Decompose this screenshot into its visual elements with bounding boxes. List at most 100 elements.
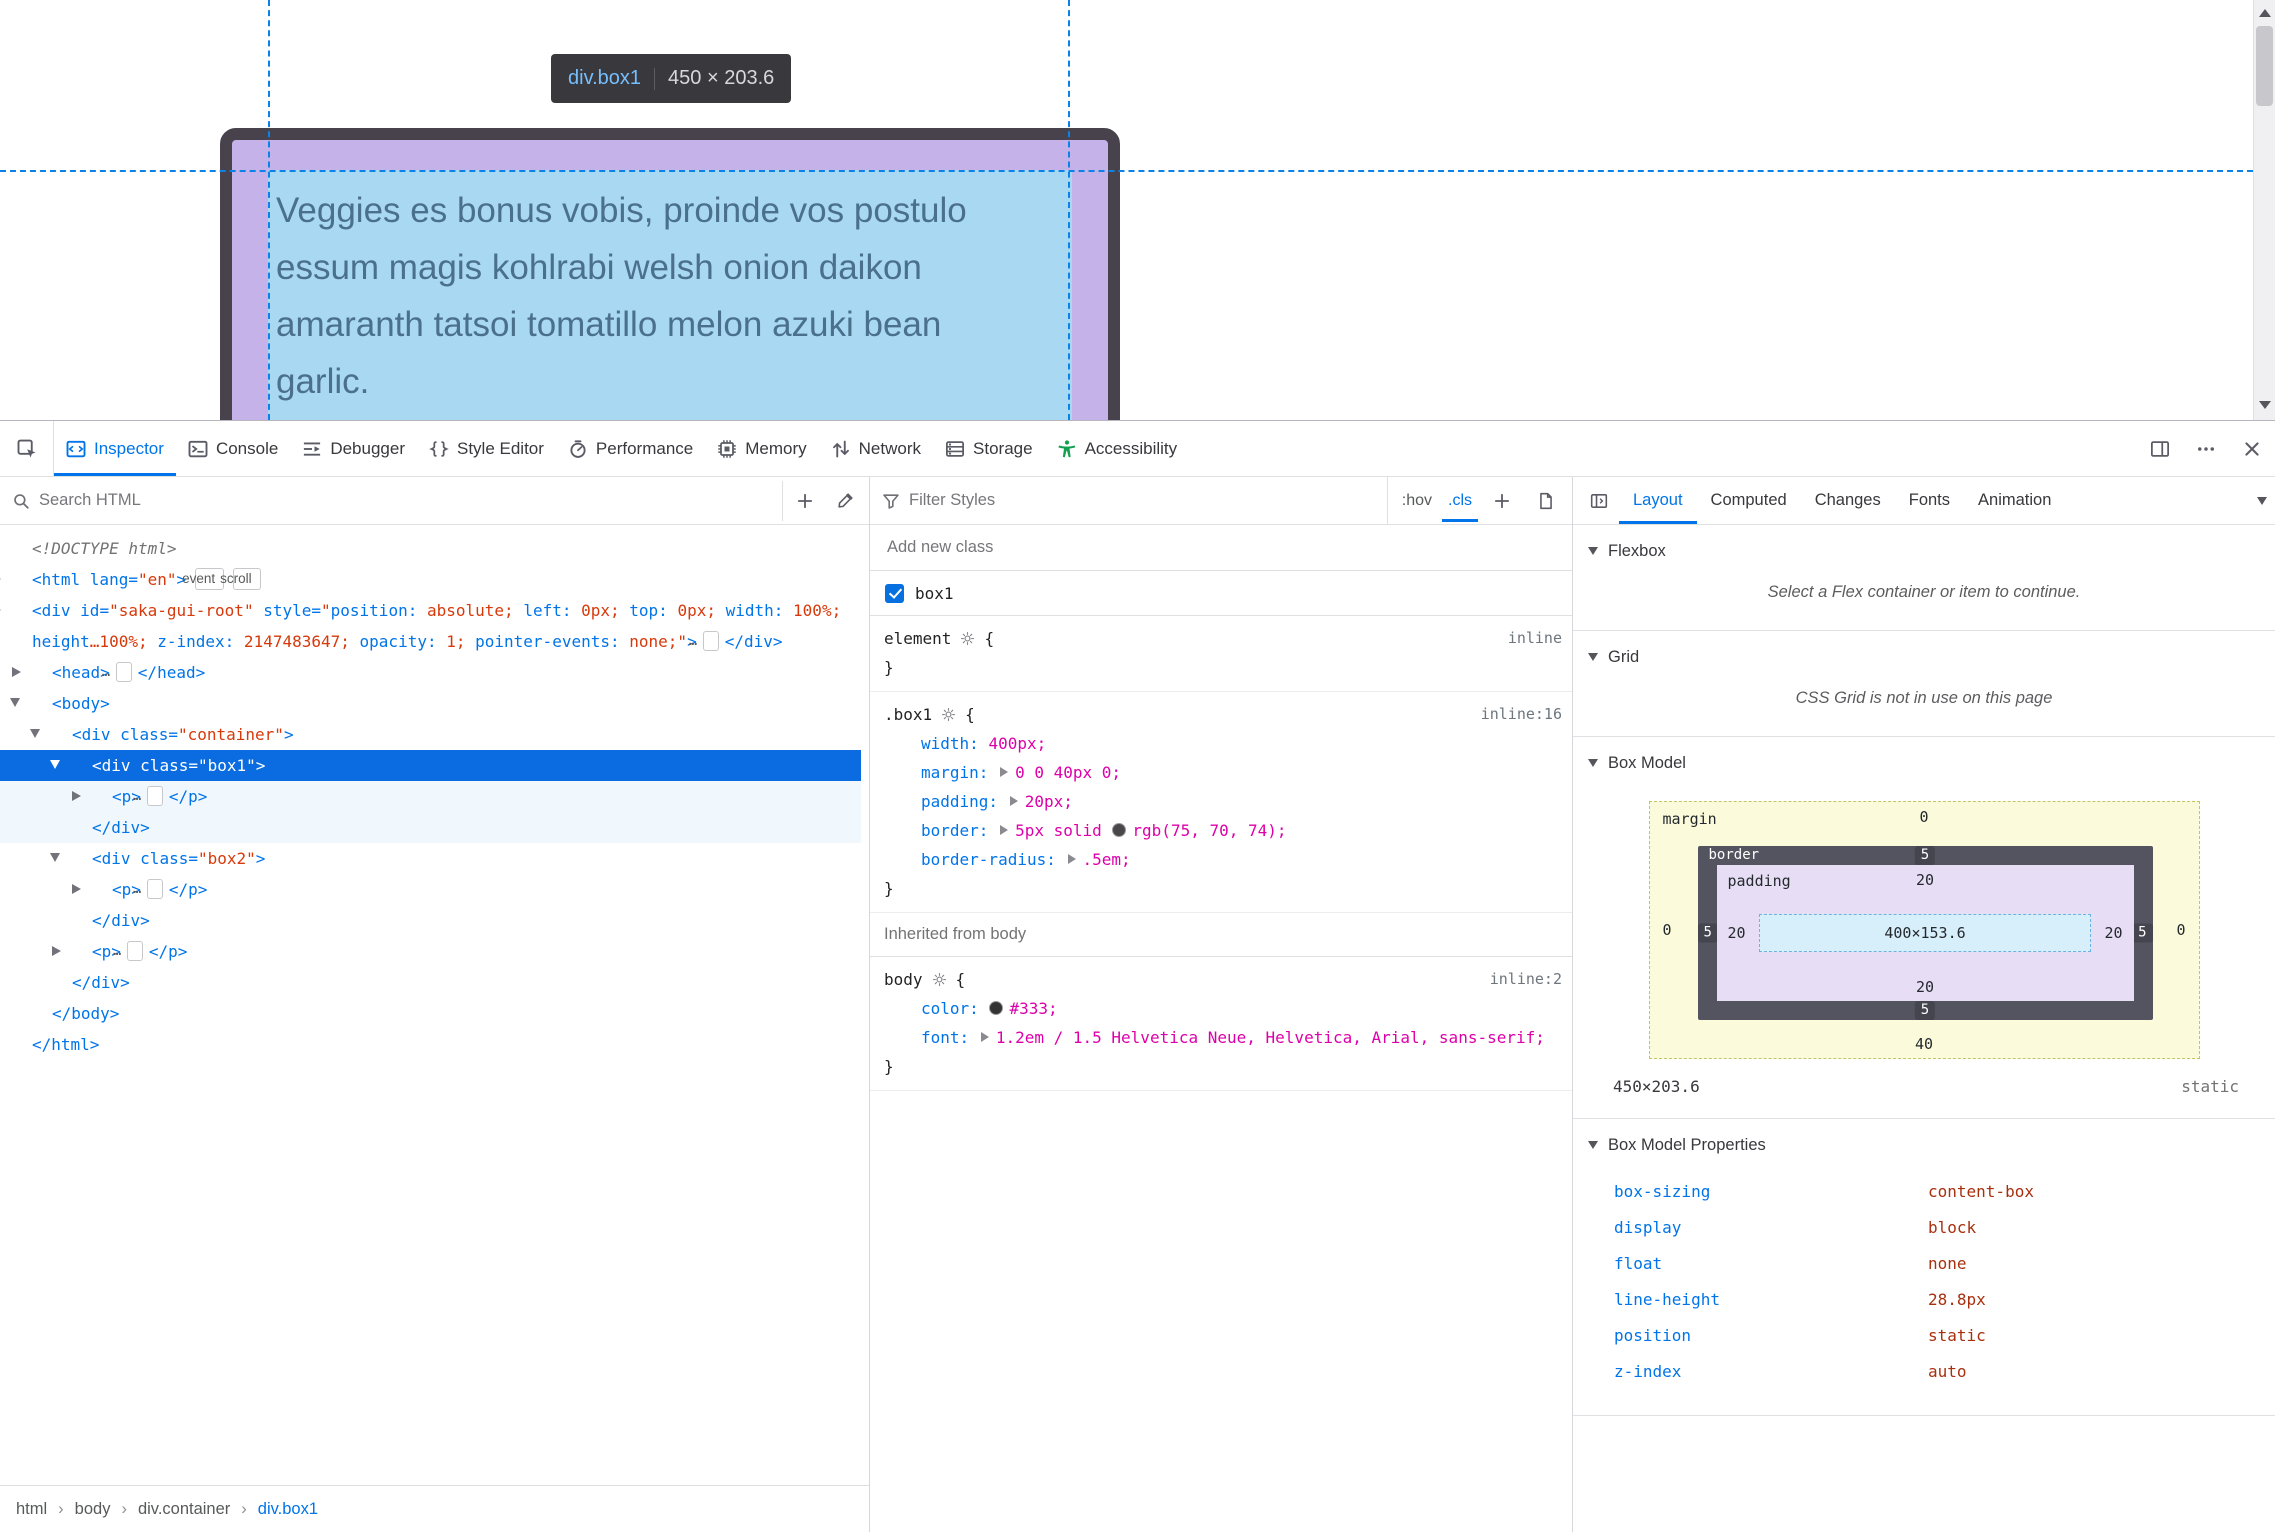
add-class-input[interactable]: [887, 538, 1555, 557]
markup-row[interactable]: </div>: [0, 812, 861, 843]
filter-styles-input[interactable]: [909, 491, 1378, 510]
breadcrumb-item[interactable]: html: [12, 1497, 51, 1522]
selector-highlighter-icon[interactable]: [960, 631, 975, 646]
print-media-simulation-button[interactable]: [1526, 481, 1566, 521]
markup-row[interactable]: </div>: [0, 967, 861, 998]
markup-row[interactable]: </div>: [0, 905, 861, 936]
markup-row[interactable]: <div class="box2">: [0, 843, 861, 874]
margin-left-value[interactable]: 0: [1663, 921, 1672, 939]
markup-row[interactable]: </body>: [0, 998, 861, 1029]
expand-value-icon[interactable]: [1009, 796, 1018, 806]
markup-row[interactable]: <p>… </p>: [0, 874, 861, 905]
devtools-menu-button[interactable]: [2183, 421, 2229, 476]
markup-row[interactable]: <head>… </head>: [0, 657, 861, 688]
expand-twisty-icon[interactable]: [10, 564, 32, 595]
page-scrollbar[interactable]: [2253, 0, 2275, 420]
color-swatch[interactable]: [1112, 823, 1127, 837]
box-model-property-row[interactable]: float none: [1573, 1245, 2275, 1281]
expand-twisty-icon[interactable]: [30, 657, 52, 688]
pseudo-class-panel-toggle[interactable]: :hov: [1396, 492, 1438, 510]
add-rule-button[interactable]: [1482, 481, 1522, 521]
box-model-section-header[interactable]: Box Model: [1573, 737, 2275, 789]
rule-source-link[interactable]: inline:2: [1490, 965, 1572, 994]
inline-ellipsis-button[interactable]: …: [133, 786, 163, 806]
padding-top-value[interactable]: 20: [1717, 871, 2134, 889]
css-declaration[interactable]: width: 400px;: [870, 729, 1572, 758]
pane-toggle-button[interactable]: [1579, 481, 1619, 521]
close-devtools-button[interactable]: [2229, 421, 2275, 476]
markup-row[interactable]: <p>… </p>: [0, 936, 861, 967]
box-model-properties-header[interactable]: Box Model Properties: [1573, 1119, 2275, 1171]
devtools-tab-network[interactable]: Network: [819, 421, 933, 476]
devtools-tab-accessibility[interactable]: Accessibility: [1045, 421, 1190, 476]
css-declaration[interactable]: padding: 20px;: [870, 787, 1572, 816]
expand-twisty-icon[interactable]: [90, 781, 112, 812]
padding-region[interactable]: padding 20 20 20 20 400×153.6: [1716, 865, 2134, 1001]
devtools-tab-inspector[interactable]: Inspector: [54, 421, 176, 476]
inline-ellipsis-button[interactable]: …: [102, 662, 132, 682]
selector-highlighter-icon[interactable]: [941, 707, 956, 722]
css-declaration[interactable]: margin: 0 0 40px 0;: [870, 758, 1572, 787]
rule-selector[interactable]: .box1: [884, 700, 932, 729]
sidebar-tab-layout[interactable]: Layout: [1619, 477, 1697, 524]
sidebar-tab-animations[interactable]: Animations: [1964, 477, 2052, 524]
markup-row[interactable]: <body>: [0, 688, 861, 719]
split-console-button[interactable]: [2137, 421, 2183, 476]
rule-selector[interactable]: element: [884, 624, 951, 653]
box-model-property-row[interactable]: display block: [1573, 1209, 2275, 1245]
node-badge[interactable]: scroll: [220, 568, 261, 590]
css-declaration[interactable]: border: 5px solid rgb(75, 70, 74);: [870, 816, 1572, 845]
css-declaration[interactable]: font: 1.2em / 1.5 Helvetica Neue, Helvet…: [870, 1023, 1572, 1052]
devtools-tab-performance[interactable]: Performance: [556, 421, 705, 476]
box-model-property-row[interactable]: position static: [1573, 1317, 2275, 1353]
class-panel-toggle[interactable]: .cls: [1442, 480, 1478, 522]
class-checkbox[interactable]: [885, 583, 904, 603]
devtools-tab-debugger[interactable]: Debugger: [290, 421, 417, 476]
scrollbar-thumb[interactable]: [2256, 26, 2273, 106]
box-model-property-row[interactable]: line-height 28.8px: [1573, 1281, 2275, 1317]
markup-row[interactable]: <html lang="en">eventscroll: [0, 564, 861, 595]
rule-selector[interactable]: body: [884, 965, 923, 994]
margin-top-value[interactable]: 0: [1650, 808, 2199, 826]
sidebar-tab-changes[interactable]: Changes: [1801, 477, 1895, 524]
breadcrumb-item[interactable]: div.container: [134, 1497, 234, 1522]
scroll-down-arrow[interactable]: [2254, 394, 2275, 416]
margin-bottom-value[interactable]: 40: [1650, 1035, 2199, 1053]
padding-left-value[interactable]: 20: [1728, 924, 1746, 942]
markup-row[interactable]: </html>: [0, 1029, 861, 1060]
expand-twisty-icon[interactable]: [90, 874, 112, 905]
collapse-twisty-icon[interactable]: [30, 688, 52, 719]
inline-ellipsis-button[interactable]: …: [689, 631, 719, 651]
devtools-tab-style-editor[interactable]: Style Editor: [417, 421, 556, 476]
breadcrumb-item[interactable]: div.box1: [254, 1497, 322, 1522]
selector-highlighter-icon[interactable]: [932, 972, 947, 987]
color-swatch[interactable]: [989, 1001, 1004, 1015]
create-node-button[interactable]: [785, 481, 825, 521]
collapse-twisty-icon[interactable]: [50, 719, 72, 750]
grid-section-header[interactable]: Grid: [1573, 631, 2275, 683]
css-declaration[interactable]: color: #333;: [870, 994, 1572, 1023]
expand-value-icon[interactable]: [1000, 825, 1009, 835]
markup-row[interactable]: <div id="saka-gui-root" style="position:…: [0, 595, 861, 657]
border-region[interactable]: border 5 5 5 5 padding 20 20 20 20 400×1…: [1697, 846, 2153, 1020]
markup-row[interactable]: <p>… </p>: [0, 781, 861, 812]
expand-twisty-icon[interactable]: [70, 936, 92, 967]
box-model-diagram[interactable]: margin 0 40 0 0 border 5 5 5 5 padding 2…: [1648, 801, 2200, 1059]
expand-value-icon[interactable]: [980, 1032, 989, 1042]
search-html-input[interactable]: [39, 491, 773, 510]
scroll-up-arrow[interactable]: [2254, 2, 2275, 24]
rule-source-link[interactable]: inline:16: [1481, 700, 1572, 729]
border-right-value[interactable]: 5: [2132, 923, 2153, 943]
padding-bottom-value[interactable]: 20: [1717, 978, 2134, 996]
box-model-property-row[interactable]: box-sizing content-box: [1573, 1173, 2275, 1209]
expand-value-icon[interactable]: [1067, 854, 1076, 864]
padding-right-value[interactable]: 20: [2104, 924, 2122, 942]
markup-row[interactable]: <div class="box1">: [0, 750, 861, 781]
border-top-value[interactable]: 5: [1914, 846, 1936, 865]
inline-ellipsis-button[interactable]: …: [133, 879, 163, 899]
expand-twisty-icon[interactable]: [10, 595, 32, 626]
devtools-tab-storage[interactable]: Storage: [933, 421, 1045, 476]
box-model-property-row[interactable]: z-index auto: [1573, 1353, 2275, 1389]
inline-ellipsis-button[interactable]: …: [113, 941, 143, 961]
expand-value-icon[interactable]: [1000, 767, 1009, 777]
